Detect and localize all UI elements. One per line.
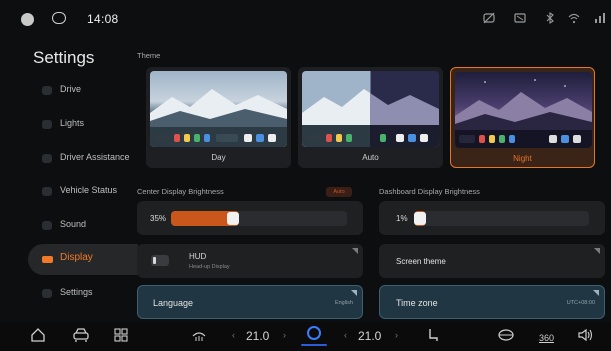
theme-option-label: Auto [362,153,379,162]
sidebar-item-display[interactable]: Display [28,244,138,275]
time-zone-title: Time zone [396,298,438,308]
language-card[interactable]: Language English [137,285,363,319]
volume-icon[interactable] [577,327,595,348]
gear-icon [42,289,52,298]
fan-indicator [301,344,327,346]
dashboard-brightness-slider[interactable] [414,211,589,226]
temp-left-up-icon[interactable]: › [283,330,286,340]
apps-grid-icon[interactable] [113,327,129,348]
temp-left-down-icon[interactable]: ‹ [232,330,235,340]
slider-handle[interactable] [226,212,239,225]
slider-handle[interactable] [414,212,426,225]
avatar-icon[interactable] [21,13,34,26]
display-icon [42,256,53,263]
bulb-icon [42,120,52,129]
seat-heat-icon[interactable] [191,327,207,348]
sidebar-item-driver-assistance[interactable]: Driver Assistance [28,143,138,174]
sidebar-item-lights[interactable]: Lights [28,109,138,140]
sidebar-item-label: Lights [60,118,85,128]
car-status-icon [42,187,52,196]
auto-preview [302,71,439,147]
theme-option-auto[interactable]: Auto [298,67,443,168]
steering-heat-icon[interactable] [497,327,515,348]
temp-right-up-icon[interactable]: › [395,330,398,340]
fan-icon[interactable] [307,326,321,340]
sidebar-item-label: Display [60,252,93,263]
sidebar-item-label: Sound [60,219,87,229]
language-value: English [334,300,353,306]
corner-arrow-icon [593,290,599,296]
screen-theme-title: Screen theme [396,257,446,266]
assist-icon [42,154,52,163]
toggle-knob [153,257,156,264]
sidebar-item-settings[interactable]: Settings [28,278,138,309]
theme-option-label: Night [513,154,532,163]
camera-off-icon [482,11,496,25]
left-temperature: 21.0 [246,329,270,343]
right-temperature: 21.0 [358,329,382,343]
network-icon [592,11,606,25]
clock: 14:08 [87,12,119,26]
time-zone-value: UTC+08:00 [566,300,595,306]
corner-arrow-icon [351,290,357,296]
dashboard-brightness-control: 1% [379,201,605,235]
sidebar-item-label: Drive [60,84,82,94]
center-brightness-value: 35% [150,214,167,223]
hud-subtitle: Head-up Display [189,264,230,270]
sidebar-item-label: Vehicle Status [60,185,118,195]
page-title: Settings [33,48,95,67]
theme-option-label: Day [211,153,226,162]
dashboard-brightness-value: 1% [396,214,408,223]
bottom-dock: ‹ 21.0 › ‹ 21.0 › 360 [0,322,611,351]
sidebar-item-drive[interactable]: Drive [28,75,138,106]
sidebar-item-vehicle-status[interactable]: Vehicle Status [28,176,138,207]
dock-preview [306,134,435,142]
status-bar: 14:08 [0,0,611,36]
night-preview [455,72,592,148]
corner-arrow-icon [594,248,600,254]
theme-option-day[interactable]: Day [146,67,291,168]
center-brightness-control: 35% [137,201,363,235]
seat-icon[interactable] [424,327,440,348]
sidebar-item-label: Settings [60,287,93,297]
bluetooth-icon [543,11,557,25]
temp-right-down-icon[interactable]: ‹ [344,330,347,340]
center-brightness-slider[interactable] [171,211,347,226]
wifi-icon [567,11,581,25]
home-icon[interactable] [30,327,46,348]
day-preview [150,71,287,147]
theme-label: Theme [137,51,161,60]
car-icon[interactable] [72,327,90,348]
sidebar-item-sound[interactable]: Sound [28,210,138,241]
theme-option-night[interactable]: Night [450,67,595,168]
screen-icon [513,11,527,25]
hud-toggle[interactable] [151,255,169,266]
dock-preview [154,134,283,142]
sidebar-item-label: Driver Assistance [60,152,130,162]
screen: 14:08 Settings Drive Lights Driver Assis… [0,0,611,351]
camera-360-button[interactable]: 360 [539,329,554,347]
center-brightness-label: Center Display Brightness [137,187,224,196]
dock-preview [459,135,588,143]
screen-theme-card[interactable]: Screen theme [379,244,605,278]
dashboard-brightness-label: Dashboard Display Brightness [379,187,480,196]
speaker-icon [42,221,52,230]
hud-title: HUD [189,252,207,261]
time-zone-card[interactable]: Time zone UTC+08:00 [379,285,605,319]
language-title: Language [153,298,194,308]
auto-brightness-badge[interactable]: Auto [326,187,352,197]
steering-icon [42,86,52,95]
hud-card[interactable]: HUD Head-up Display [137,244,363,278]
message-icon[interactable] [52,12,66,24]
corner-arrow-icon [352,248,358,254]
